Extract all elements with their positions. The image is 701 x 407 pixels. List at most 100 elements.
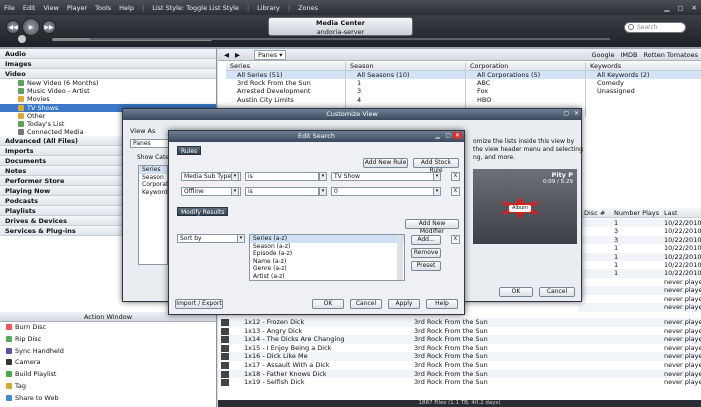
- edit-search-ok-button[interactable]: OK: [312, 299, 344, 309]
- chevron-down-icon[interactable]: ▾: [433, 172, 441, 181]
- pane-item[interactable]: 3: [346, 87, 465, 95]
- table-row[interactable]: 3 10/22/2010: [578, 235, 701, 245]
- previous-track-icon[interactable]: ◀◀: [6, 20, 20, 34]
- close-icon[interactable]: ✕: [452, 132, 462, 139]
- table-row[interactable]: 1x14 - The Dicks Are Changing 3rd Rock Fr…: [218, 335, 701, 344]
- table-row[interactable]: never played: [578, 286, 701, 295]
- chevron-down-icon[interactable]: ▾: [319, 172, 327, 181]
- action-sync-handheld[interactable]: Sync Handheld: [0, 346, 216, 358]
- pane-item[interactable]: Austin City Limits: [226, 96, 345, 104]
- remove-sort-button[interactable]: Remove: [411, 248, 441, 258]
- remove-rule-icon[interactable]: X: [451, 172, 460, 181]
- rule-value-input[interactable]: 0: [331, 187, 441, 196]
- category-item[interactable]: Corporat: [139, 181, 168, 189]
- chevron-down-icon[interactable]: ▾: [237, 234, 245, 243]
- category-item[interactable]: Keyword: [139, 189, 168, 197]
- table-row[interactable]: 1 10/22/2010: [578, 269, 701, 278]
- chevron-down-icon[interactable]: ▾: [319, 187, 327, 196]
- pane-header[interactable]: Series: [226, 62, 345, 71]
- google-link[interactable]: Google: [592, 51, 615, 59]
- rule-operator-select[interactable]: is: [245, 187, 319, 196]
- table-row[interactable]: 1 10/22/2010: [578, 261, 701, 270]
- pane-item[interactable]: ABC: [466, 79, 585, 87]
- volume-knob[interactable]: [18, 35, 26, 43]
- restore-icon[interactable]: ▢: [563, 110, 569, 117]
- edit-search-help-button[interactable]: Help: [426, 299, 458, 309]
- panes-dropdown[interactable]: Panes ▾: [254, 49, 287, 60]
- action-share-to-web[interactable]: Share to Web: [0, 393, 216, 405]
- sort-option[interactable]: Episode (a-z): [250, 250, 404, 258]
- table-row[interactable]: 1 10/22/2010: [578, 252, 701, 262]
- sort-option[interactable]: Name (a-z): [250, 258, 404, 266]
- pane-item[interactable]: 4: [346, 96, 465, 104]
- remove-modifier-icon[interactable]: X: [451, 235, 460, 244]
- window-minimize-icon[interactable]: ▁: [660, 4, 673, 12]
- pane-item[interactable]: Unassigned: [586, 87, 701, 95]
- pane-item[interactable]: Comedy: [586, 79, 701, 87]
- table-row[interactable]: 1 10/22/2010: [578, 244, 701, 253]
- pane-item[interactable]: All Seasons (10): [346, 71, 465, 80]
- remove-rule-icon[interactable]: X: [451, 187, 460, 196]
- table-row[interactable]: never played: [578, 303, 701, 312]
- pane-header[interactable]: Keywords: [586, 62, 701, 71]
- category-item[interactable]: Season: [139, 174, 167, 182]
- preset-button[interactable]: Preset: [411, 261, 441, 271]
- menu-help[interactable]: Help: [115, 4, 138, 12]
- menu-file[interactable]: File: [0, 4, 19, 12]
- edit-search-apply-button[interactable]: Apply: [388, 299, 420, 309]
- table-row[interactable]: 1x19 - Selfish Dick 3rd Rock From the Sun…: [218, 378, 701, 387]
- window-maximize-icon[interactable]: ▢: [673, 4, 687, 12]
- table-row[interactable]: never played: [578, 277, 701, 287]
- table-row[interactable]: 1x15 - I Enjoy Being a Dick 3rd Rock From…: [218, 343, 701, 353]
- customize-ok-button[interactable]: OK: [499, 287, 533, 297]
- pane-header[interactable]: Season: [346, 62, 465, 71]
- pane-item[interactable]: Arrested Development: [226, 87, 345, 95]
- tree-item[interactable]: Video: [0, 69, 216, 79]
- pane-item[interactable]: Fox: [466, 87, 585, 95]
- table-row[interactable]: 1x17 - Assault With a Dick 3rd Rock From …: [218, 361, 701, 370]
- chevron-down-icon[interactable]: ▾: [433, 187, 441, 196]
- forward-icon[interactable]: ▶: [235, 51, 240, 59]
- table-row[interactable]: 1x12 - Frozen Dick 3rd Rock From the Sun n…: [218, 318, 701, 327]
- progress-track[interactable]: [90, 38, 610, 40]
- tree-item[interactable]: Music Video - Artist: [0, 87, 216, 95]
- pane-header[interactable]: Corporation: [466, 62, 585, 71]
- tree-item[interactable]: Images: [0, 59, 216, 69]
- minimize-icon[interactable]: ▁: [435, 132, 440, 139]
- menu-view[interactable]: View: [39, 4, 62, 12]
- pane-item[interactable]: 1: [346, 79, 465, 87]
- chevron-down-icon[interactable]: ▾: [231, 187, 239, 196]
- table-row[interactable]: 1 10/22/2010: [578, 219, 701, 228]
- play-button-icon[interactable]: ▶: [22, 18, 40, 36]
- chevron-down-icon[interactable]: ▾: [231, 172, 239, 181]
- col-number-plays[interactable]: Number Plays: [614, 208, 659, 218]
- sort-option[interactable]: Artist (a-z): [250, 273, 404, 280]
- action-rip-disc[interactable]: Rip Disc: [0, 334, 216, 346]
- pane-item[interactable]: All Series (51): [226, 71, 345, 80]
- tree-item[interactable]: New Video (6 Months): [0, 79, 216, 87]
- add-new-rule-button[interactable]: Add New Rule: [363, 158, 408, 168]
- pane-item[interactable]: All Corporations (5): [466, 71, 585, 80]
- action-burn-disc[interactable]: Burn Disc: [0, 322, 216, 334]
- zones-button[interactable]: Zones: [294, 4, 322, 12]
- menu-edit[interactable]: Edit: [19, 4, 40, 12]
- table-row[interactable]: 1x16 - Dick Like Me 3rd Rock From the Sun…: [218, 352, 701, 361]
- table-row[interactable]: 1x13 - Angry Dick 3rd Rock From the Sun ne…: [218, 326, 701, 336]
- table-row[interactable]: never played: [578, 294, 701, 304]
- table-row[interactable]: 3 10/22/2010: [578, 227, 701, 236]
- tree-item[interactable]: Movies: [0, 95, 216, 103]
- rule-value-input[interactable]: TV Show: [331, 172, 441, 181]
- table-row[interactable]: 1x18 - Father Knows Dick 3rd Rock From th…: [218, 369, 701, 379]
- scrollbar[interactable]: [397, 235, 403, 280]
- col-disc-number[interactable]: Disc #: [584, 208, 605, 218]
- action-tag[interactable]: Tag: [0, 381, 216, 393]
- rotten-tomatoes-link[interactable]: Rotten Tomatoes: [643, 51, 698, 59]
- pane-item[interactable]: 3rd Rock From the Sun: [226, 79, 345, 87]
- rule-operator-select[interactable]: is: [245, 172, 319, 181]
- tree-item[interactable]: Audio: [0, 49, 216, 59]
- add-sort-button[interactable]: Add...: [411, 235, 441, 245]
- category-item[interactable]: Series: [139, 166, 167, 174]
- window-close-icon[interactable]: ✕: [688, 4, 701, 12]
- add-stock-rule-button[interactable]: Add Stock Rule: [413, 158, 459, 174]
- list-style-button[interactable]: List Style: Toggle List Style: [148, 4, 243, 12]
